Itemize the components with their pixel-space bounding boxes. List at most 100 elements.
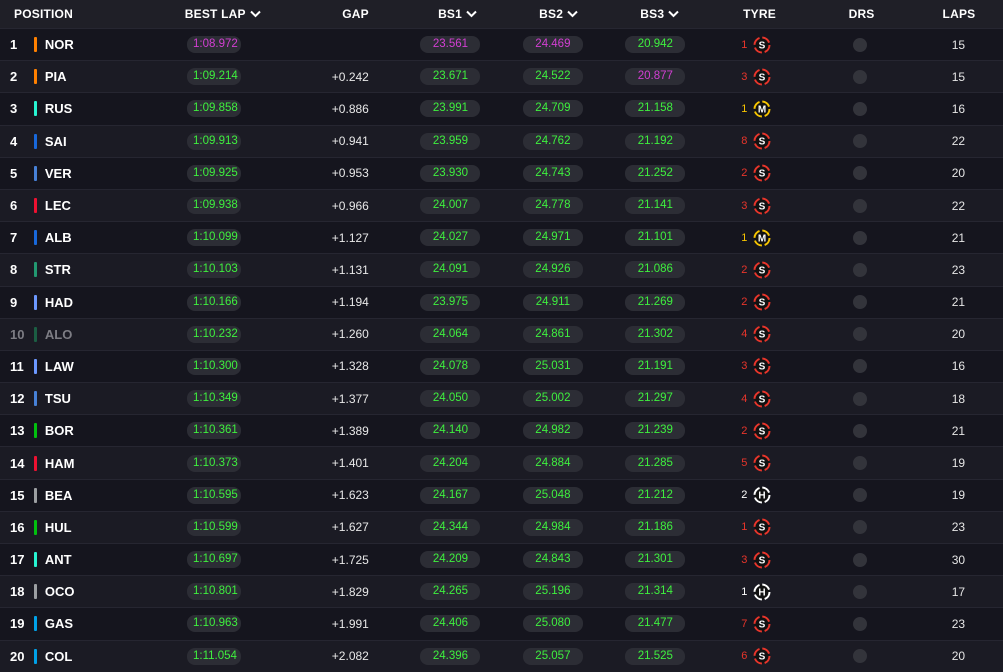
header-bs2[interactable]: BS2: [509, 7, 609, 21]
best-lap-cell: 1:09.858: [172, 100, 257, 118]
bs3-time: 21.086: [625, 261, 686, 279]
bs3-cell: 21.141: [604, 197, 707, 215]
drs-indicator: [852, 166, 867, 181]
best-lap-cell: 1:10.103: [172, 261, 257, 279]
bs2-cell: 24.911: [502, 293, 603, 311]
drs-cell: [806, 391, 914, 406]
table-row[interactable]: 2 PIA 1:09.214 +0.242 23.671 24.522 20.8…: [0, 60, 1003, 93]
table-row[interactable]: 16 HUL 1:10.599 +1.627 24.344 24.984 21.…: [0, 510, 1003, 543]
table-row[interactable]: 6 LEC 1:09.938 +0.966 24.007 24.778 21.1…: [0, 188, 1003, 222]
table-row[interactable]: 19 GAS 1:10.963 +1.991 24.406 25.080 21.…: [0, 607, 1003, 640]
gap-value: +1.627: [331, 520, 369, 535]
bs2-time: 24.861: [522, 325, 583, 343]
header-drs[interactable]: DRS: [808, 7, 915, 21]
best-lap-time: 1:10.300: [187, 357, 242, 375]
best-lap-time: 1:10.099: [187, 229, 242, 247]
best-lap-cell: 1:11.054: [172, 647, 257, 665]
driver-code: ALO: [44, 326, 73, 342]
driver-code: NOR: [44, 37, 74, 53]
bs2-cell: 25.031: [502, 357, 603, 375]
position-number: 6: [10, 198, 18, 214]
table-row[interactable]: 14 HAM 1:10.373 +1.401 24.204 24.884 21.…: [0, 446, 1003, 479]
header-tyre[interactable]: TYRE: [711, 7, 808, 21]
table-row[interactable]: 18 OCO 1:10.801 +1.829 24.265 25.196 21.…: [0, 575, 1003, 608]
svg-text:H: H: [759, 491, 766, 502]
bs1-cell: 24.209: [399, 551, 502, 569]
table-row[interactable]: 12 TSU 1:10.349 +1.377 24.050 25.002 21.…: [0, 382, 1003, 415]
bs3-cell: 21.525: [604, 647, 707, 665]
table-row[interactable]: 4 SAI 1:09.913 +0.941 23.959 24.762 21.1…: [0, 124, 1003, 157]
best-lap-time: 1:10.166: [187, 293, 242, 311]
team-color-bar: [33, 391, 43, 407]
chevron-down-icon: [567, 7, 578, 21]
table-row[interactable]: 17 ANT 1:10.697 +1.725 24.209 24.843 21.…: [0, 543, 1003, 576]
tyre-age: 1: [741, 38, 748, 51]
tyre-cell: 2 S: [707, 261, 806, 279]
tyre-cell: 2 H: [707, 486, 806, 504]
drs-indicator: [852, 198, 867, 213]
bs1-time: 23.975: [420, 293, 481, 311]
bs2-cell: 25.196: [502, 583, 603, 601]
gap-value: +0.966: [331, 198, 369, 213]
header-bs3[interactable]: BS3: [609, 7, 711, 21]
table-row[interactable]: 5 VER 1:09.925 +0.953 23.930 24.743 21.2…: [0, 156, 1003, 189]
bs3-cell: 21.101: [604, 229, 707, 247]
header-position[interactable]: POSITION: [0, 7, 181, 21]
gap-value: +0.886: [331, 101, 369, 116]
bs3-cell: 21.186: [604, 518, 707, 536]
best-lap-cell: 1:10.373: [172, 454, 257, 472]
bs1-cell: 24.140: [399, 422, 502, 440]
table-row[interactable]: 1 NOR 1:08.972 23.561 24.469 20.942 1 S …: [0, 28, 1003, 61]
bs2-cell: 24.762: [502, 132, 603, 150]
bs2-cell: 24.884: [502, 454, 603, 472]
header-drs-label: DRS: [848, 7, 875, 21]
laps-count: 23: [951, 520, 966, 535]
laps-count: 15: [951, 37, 966, 52]
svg-text:S: S: [759, 298, 766, 309]
header-laps[interactable]: LAPS: [915, 7, 1003, 21]
header-best-lap[interactable]: BEST LAP: [181, 7, 264, 21]
best-lap-time: 1:09.913: [187, 132, 242, 150]
gap-value: +1.194: [331, 295, 369, 310]
bs2-time: 24.469: [522, 36, 583, 54]
tyre-age: 3: [741, 199, 748, 212]
tyre-compound-icon: S: [753, 197, 771, 215]
drs-cell: [806, 456, 914, 471]
table-row[interactable]: 20 COL 1:11.054 +2.082 24.396 25.057 21.…: [0, 639, 1003, 672]
table-row[interactable]: 3 RUS 1:09.858 +0.886 23.991 24.709 21.1…: [0, 92, 1003, 125]
table-row[interactable]: 11 LAW 1:10.300 +1.328 24.078 25.031 21.…: [0, 349, 1003, 383]
best-lap-cell: 1:09.913: [172, 132, 257, 150]
tyre-age: 7: [741, 617, 748, 630]
tyre-cell: 3 S: [707, 68, 806, 86]
best-lap-time: 1:10.361: [187, 422, 242, 440]
tyre-compound-icon: S: [753, 518, 771, 536]
position-number: 15: [10, 487, 25, 503]
team-color-bar: [33, 101, 43, 117]
table-row[interactable]: 8 STR 1:10.103 +1.131 24.091 24.926 21.0…: [0, 253, 1003, 286]
position-number: 5: [10, 165, 18, 181]
bs2-time: 25.057: [522, 647, 583, 665]
tyre-compound-icon: S: [753, 68, 771, 86]
tyre-compound-icon: S: [753, 164, 771, 182]
table-header: POSITION BEST LAP GAP BS1 BS2 BS3 TYRE D…: [0, 0, 1003, 28]
gap-cell: +1.623: [256, 488, 398, 502]
position-number: 12: [10, 391, 25, 407]
table-row[interactable]: 15 BEA 1:10.595 +1.623 24.167 25.048 21.…: [0, 478, 1003, 511]
header-bs1[interactable]: BS1: [407, 7, 509, 21]
table-row[interactable]: 10 ALO 1:10.232 +1.260 24.064 24.861 21.…: [0, 317, 1003, 350]
gap-cell: +1.401: [256, 456, 398, 470]
gap-cell: +0.242: [256, 70, 398, 84]
bs2-cell: 25.002: [502, 390, 603, 408]
bs3-cell: 21.269: [604, 293, 707, 311]
drs-indicator: [852, 37, 867, 52]
header-gap[interactable]: GAP: [264, 7, 406, 21]
position-number: 4: [10, 133, 18, 149]
laps-count: 23: [951, 262, 966, 277]
table-row[interactable]: 13 BOR 1:10.361 +1.389 24.140 24.982 21.…: [0, 414, 1003, 447]
table-row[interactable]: 9 HAD 1:10.166 +1.194 23.975 24.911 21.2…: [0, 285, 1003, 318]
team-color-bar: [33, 423, 43, 439]
bs2-cell: 24.778: [502, 197, 603, 215]
bs3-time: 20.877: [625, 68, 686, 86]
table-row[interactable]: 7 ALB 1:10.099 +1.127 24.027 24.971 21.1…: [0, 221, 1003, 254]
team-color-bar: [33, 455, 43, 471]
